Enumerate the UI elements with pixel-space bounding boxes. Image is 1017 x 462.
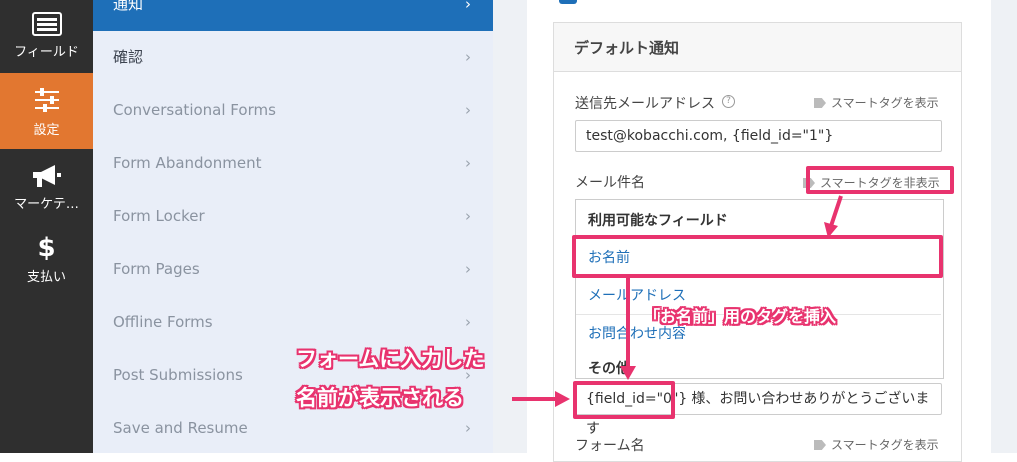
annotation-tag-insert: 「お名前」用のタグを挿入 (644, 307, 837, 326)
content-gutter-right (991, 0, 1017, 453)
menu-item-label: 通知 (113, 0, 144, 13)
menu-item-label: Save and Resume (113, 419, 248, 437)
left-rail: フィールド 設定 マーケテ… $ 支払い (0, 0, 93, 453)
smart-tags-dropdown: 利用可能なフィールド お名前 メールアドレス お問合わせ内容 その他 (575, 199, 944, 379)
show-smart-tags-link[interactable]: スマートタグを表示 (814, 436, 939, 453)
rail-item-label: 支払い (26, 270, 66, 285)
tag-icon (814, 440, 826, 450)
highlight-name-tag (572, 235, 943, 278)
chevron-right-icon: › (465, 154, 471, 172)
chevron-right-icon: › (465, 313, 471, 331)
chevron-right-icon: › (465, 48, 471, 66)
megaphone-icon (32, 165, 61, 187)
menu-item-offline-forms[interactable]: Offline Forms › (93, 296, 493, 349)
menu-item-label: Conversational Forms (113, 101, 276, 119)
smart-tags-label: スマートタグを表示 (831, 96, 939, 110)
annotation-line-2: 名前が表示される (296, 386, 464, 410)
form-name-label: フォーム名 (575, 438, 645, 454)
chevron-right-icon: › (465, 101, 471, 119)
rail-item-label: マーケテ… (14, 197, 79, 212)
chevron-right-icon: › (465, 0, 471, 13)
sliders-icon (34, 88, 59, 112)
menu-item-conversational-forms[interactable]: Conversational Forms › (93, 84, 493, 137)
subject-label: メール件名 (575, 175, 645, 191)
menu-item-label: Form Abandonment (113, 154, 262, 172)
panel-header: デフォルト通知 (554, 23, 961, 72)
highlight-hide-smart-tags (806, 166, 954, 194)
help-icon[interactable]: ? (722, 95, 735, 108)
menu-item-form-pages[interactable]: Form Pages › (93, 243, 493, 296)
menu-item-label: Post Submissions (113, 366, 243, 384)
other-heading: その他 (588, 361, 630, 377)
send-to-field[interactable]: test@kobacchi.com, {field_id="1"} (575, 120, 942, 152)
send-to-label: 送信先メールアドレス (575, 96, 715, 112)
annotation-line-1: フォームに入力した (296, 347, 485, 371)
menu-item-label: Offline Forms (113, 313, 213, 331)
highlight-field-tag (573, 381, 675, 419)
chevron-right-icon: › (465, 419, 471, 437)
menu-item-form-abandonment[interactable]: Form Abandonment › (93, 137, 493, 190)
menu-item-form-locker[interactable]: Form Locker › (93, 190, 493, 243)
dollar-icon: $ (37, 233, 56, 263)
menu-item-confirmation[interactable]: 確認 › (93, 31, 493, 84)
rail-item-label: フィールド (14, 45, 79, 60)
menu-item-notifications[interactable]: 通知 › (93, 0, 493, 31)
rail-item-marketing[interactable]: マーケテ… (0, 149, 93, 224)
menu-item-label: Form Locker (113, 207, 205, 225)
menu-item-label: Form Pages (113, 260, 200, 278)
chevron-right-icon: › (465, 207, 471, 225)
rail-item-label: 設定 (33, 123, 60, 138)
content-gutter (493, 0, 527, 453)
available-fields-heading: 利用可能なフィールド (588, 213, 728, 229)
menu-item-label: 確認 (113, 48, 144, 66)
rail-item-fields[interactable]: フィールド (0, 0, 93, 73)
chevron-right-icon: › (465, 260, 471, 278)
show-smart-tags-link[interactable]: スマートタグを表示 (814, 94, 939, 111)
enable-checkbox[interactable] (559, 0, 577, 4)
tag-icon (814, 98, 826, 108)
fields-icon (31, 12, 62, 36)
rail-item-payments[interactable]: $ 支払い (0, 224, 93, 299)
smart-tags-label: スマートタグを表示 (831, 438, 939, 452)
rail-item-settings[interactable]: 設定 (0, 73, 93, 149)
panel-title: デフォルト通知 (574, 39, 680, 57)
